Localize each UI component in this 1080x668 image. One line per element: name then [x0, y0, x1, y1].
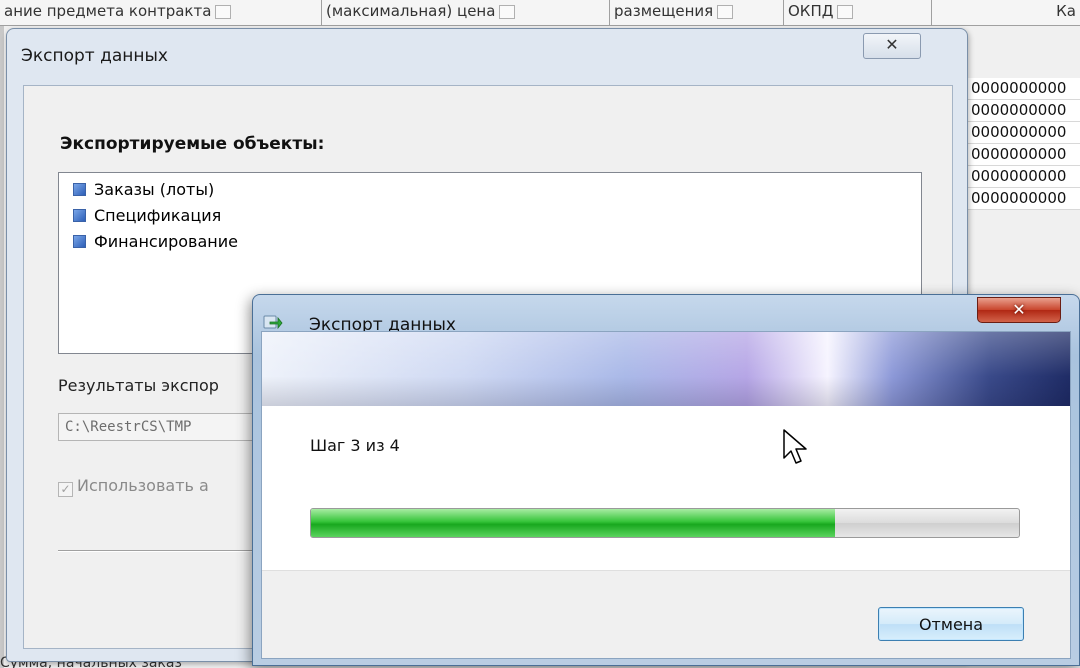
table-row[interactable]: 0000000000: [966, 144, 1080, 166]
table-row[interactable]: 0000000000: [966, 78, 1080, 100]
background-panel: [966, 26, 1080, 78]
background-grid-rows: 0000000000 0000000000 0000000000 0000000…: [966, 78, 1080, 210]
close-button[interactable]: ✕: [863, 33, 921, 59]
checkmark-icon[interactable]: ✓: [58, 482, 73, 497]
column-filter-icon[interactable]: [717, 4, 734, 19]
close-button[interactable]: ✕: [977, 297, 1061, 323]
progress-bar: [310, 508, 1020, 538]
list-item[interactable]: Финансирование: [73, 231, 238, 253]
column-filter-icon[interactable]: [499, 4, 516, 19]
results-label: Результаты экспор: [58, 376, 219, 395]
auto-checkbox[interactable]: ✓ Использовать а: [58, 476, 209, 497]
table-row[interactable]: 0000000000: [966, 122, 1080, 144]
export-dialog-title: Экспорт данных: [21, 46, 168, 66]
column-header-subject[interactable]: ание предмета контракта: [0, 0, 322, 26]
column-header-ka[interactable]: Ка: [932, 0, 1080, 26]
progress-fill: [311, 509, 835, 537]
separator: [58, 550, 258, 552]
table-row[interactable]: 0000000000: [966, 188, 1080, 210]
column-filter-icon[interactable]: [837, 4, 854, 19]
close-icon: ✕: [1012, 300, 1026, 319]
decorative-banner: [262, 332, 1070, 406]
export-dialog-titlebar[interactable]: Экспорт данных ✕: [7, 29, 967, 83]
mouse-pointer-icon: [783, 429, 807, 464]
background-left-edge: [0, 26, 4, 668]
progress-dialog: Экспорт данных ✕ Шаг 3 из 4 Отмена: [252, 294, 1080, 666]
column-header-okpd[interactable]: ОКПД: [784, 0, 932, 26]
step-text: Шаг 3 из 4: [310, 436, 400, 455]
progress-dialog-body: Шаг 3 из 4 Отмена: [261, 331, 1071, 659]
checkbox-icon[interactable]: [73, 209, 86, 222]
checkbox-icon[interactable]: [73, 235, 86, 248]
list-item[interactable]: Спецификация: [73, 205, 221, 227]
column-filter-icon[interactable]: [215, 4, 232, 19]
export-path-field[interactable]: C:\ReestrCS\TMP: [58, 413, 258, 441]
checkbox-icon[interactable]: [73, 183, 86, 196]
objects-heading: Экспортируемые объекты:: [60, 134, 325, 154]
list-item[interactable]: Заказы (лоты): [73, 179, 214, 201]
column-header-price[interactable]: (максимальная) цена: [322, 0, 610, 26]
close-icon: ✕: [885, 35, 899, 54]
background-grid-header: ание предмета контракта (максимальная) ц…: [0, 0, 1080, 26]
table-row[interactable]: 0000000000: [966, 100, 1080, 122]
table-row[interactable]: 0000000000: [966, 166, 1080, 188]
column-header-placement[interactable]: размещения: [610, 0, 784, 26]
export-arrow-icon: [263, 315, 283, 330]
progress-dialog-footer: Отмена: [262, 570, 1070, 658]
cancel-button[interactable]: Отмена: [878, 607, 1024, 641]
